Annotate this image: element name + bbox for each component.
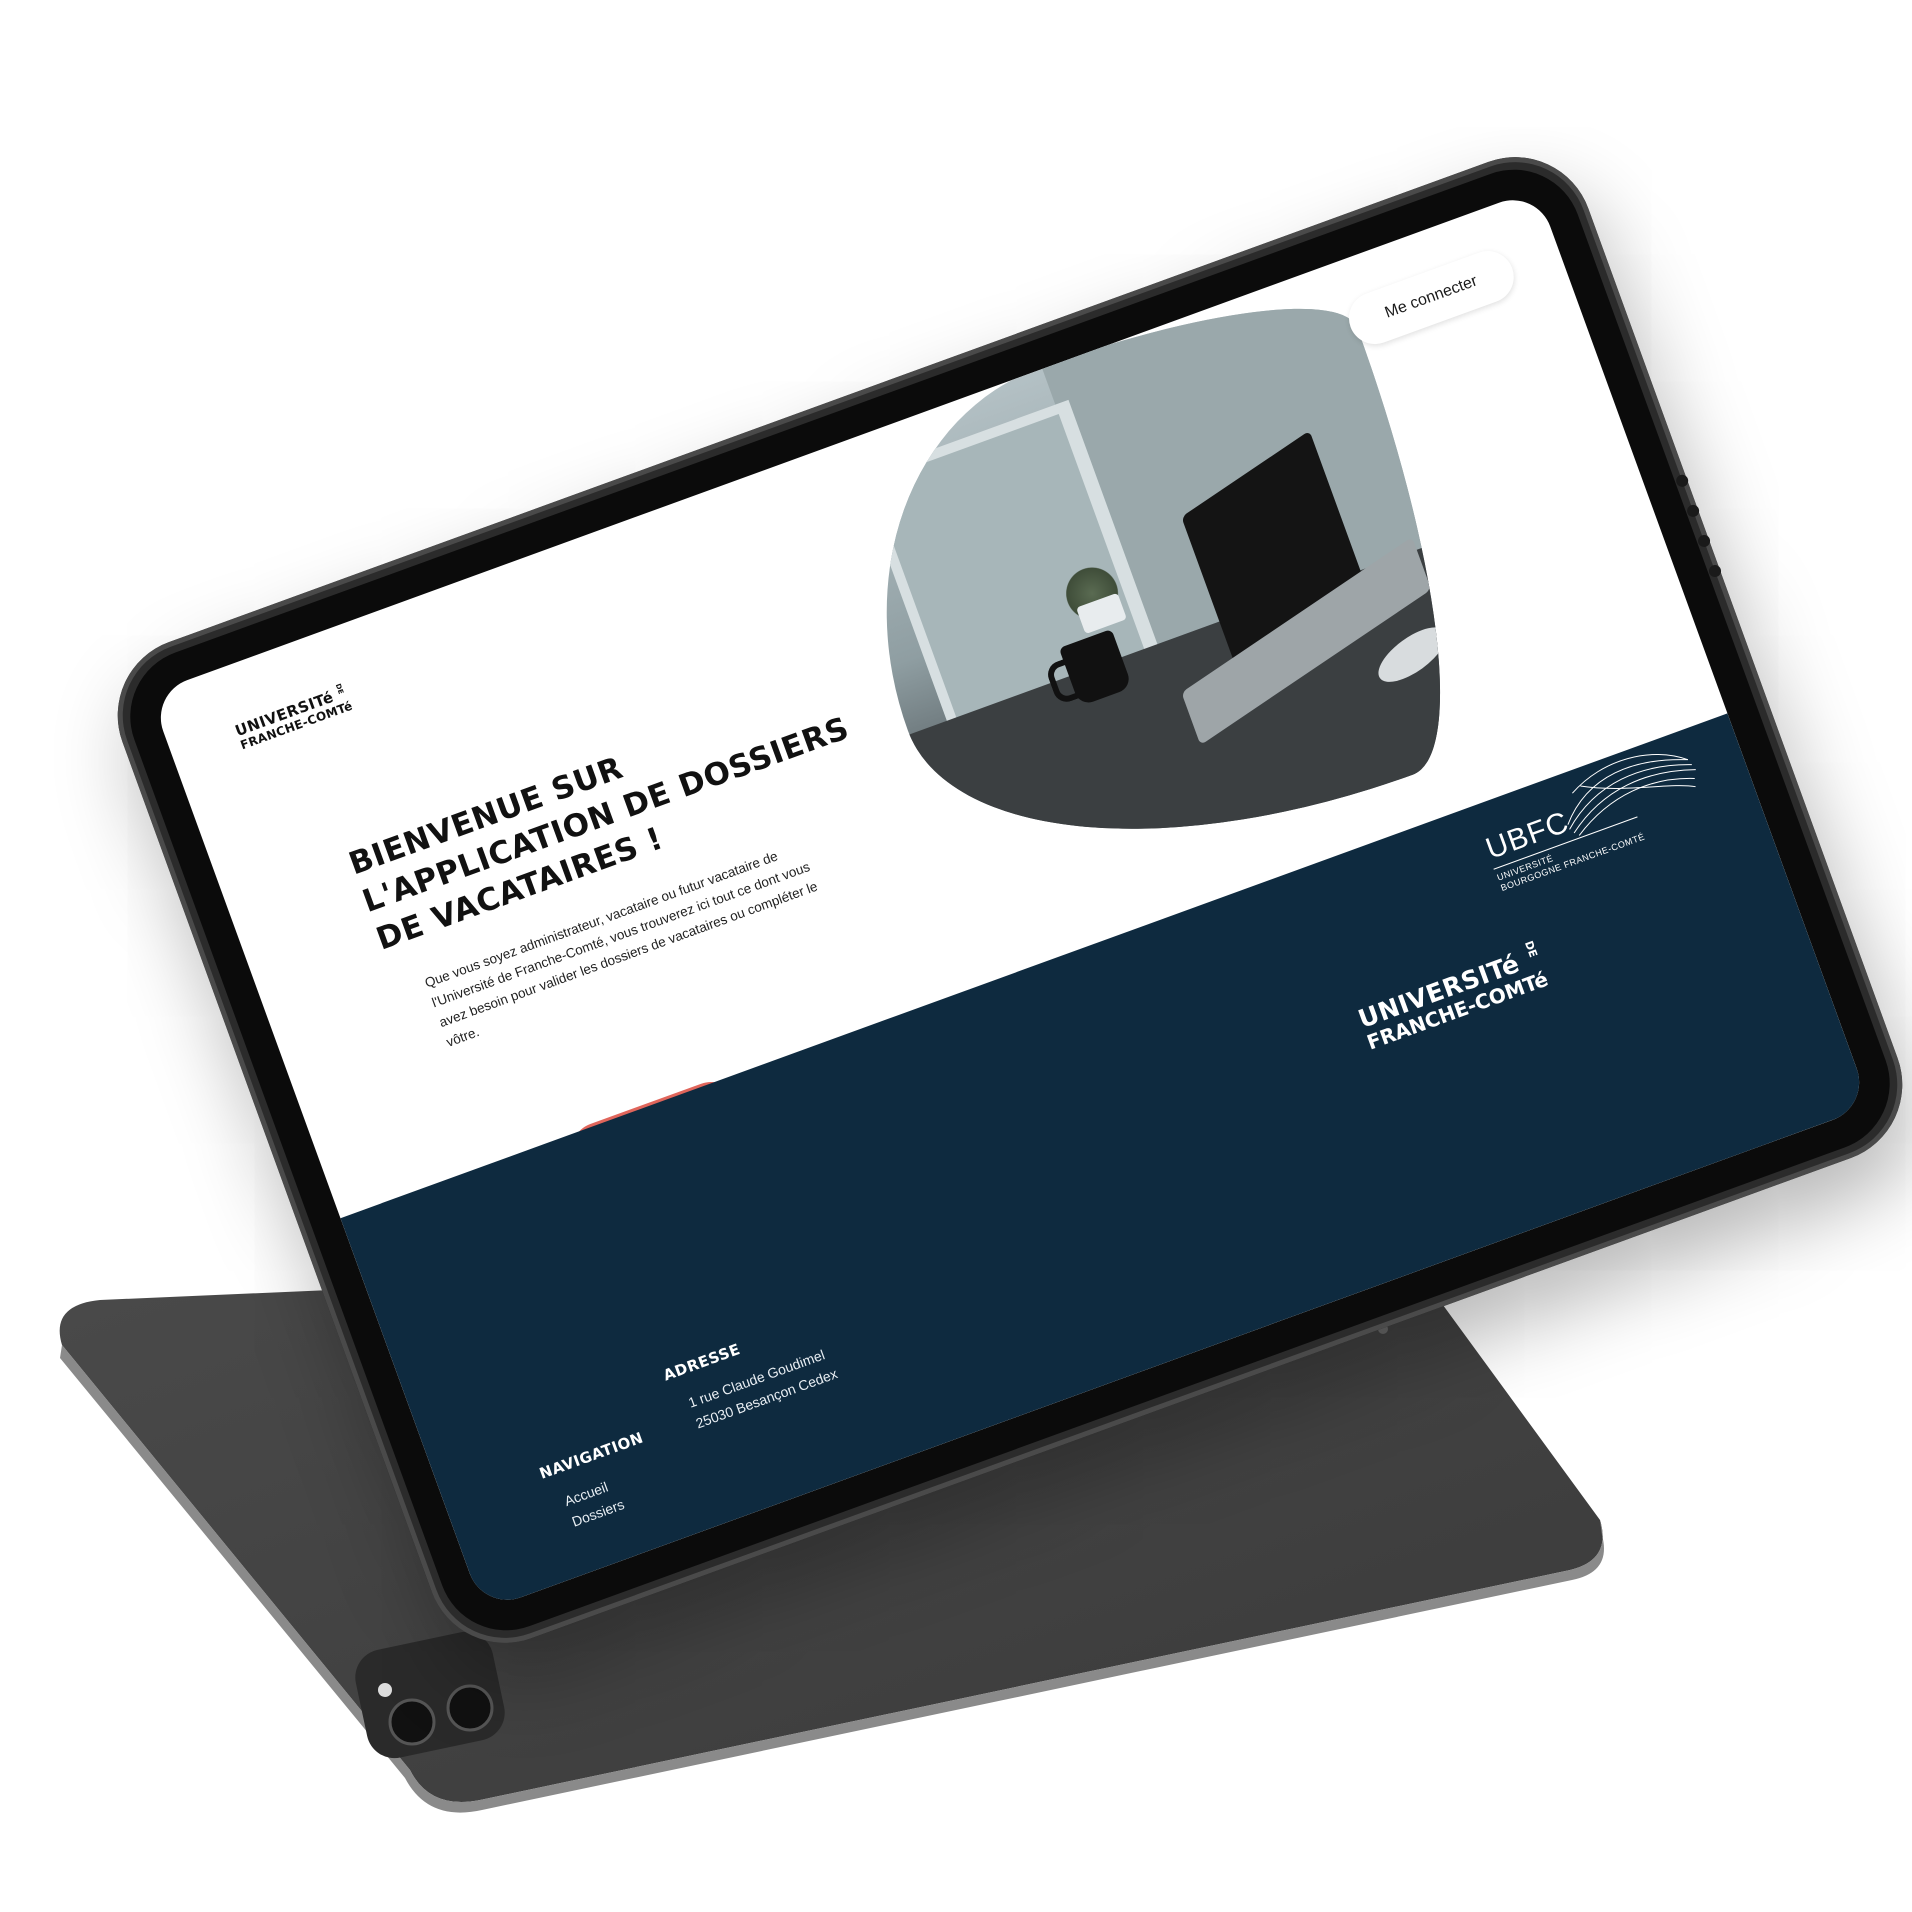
sensor-dot-icon (1674, 473, 1690, 489)
sensor-dot-icon (1707, 563, 1723, 579)
ubfc-logo[interactable]: UBFC UNIVERSITÉ BOURGOGNE FRANCHE-COMTÉ (1482, 753, 1697, 894)
university-logo[interactable]: UNIVERSITé FRANCHE-COMTé DE (233, 683, 355, 753)
sensor-dot-icon (1696, 533, 1712, 549)
footer-university-logo[interactable]: UNIVERSITé FRANCHE-COMTé DE (1354, 939, 1551, 1054)
footer-navigation: Navigation Accueil Dossiers (537, 1429, 666, 1538)
footer-address: Adresse 1 rue Claude Goudimel 25030 Besa… (661, 1312, 841, 1439)
sensor-dot-icon (1685, 503, 1701, 519)
header-login-button[interactable]: Me connecter (1341, 243, 1522, 352)
